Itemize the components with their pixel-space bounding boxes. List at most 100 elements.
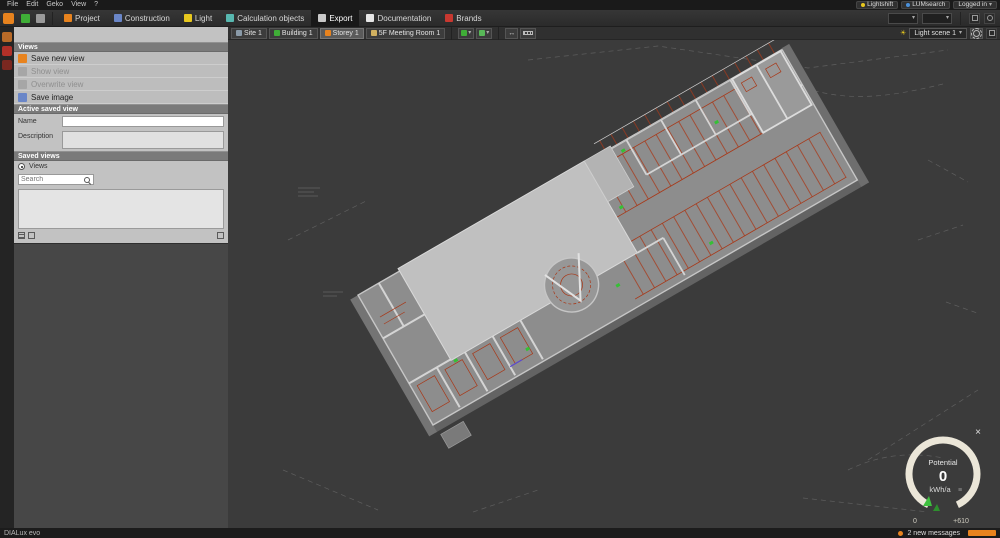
active-saved-view-header: Active saved view xyxy=(14,104,228,114)
breadcrumb-building-label: Building 1 xyxy=(281,29,313,37)
saved-views-list[interactable] xyxy=(18,189,224,229)
message-icon xyxy=(898,530,904,536)
close-icon[interactable]: × xyxy=(972,427,984,439)
view-mode-button[interactable]: ▾ xyxy=(458,27,475,39)
materials-icon[interactable] xyxy=(2,46,12,56)
tab-project-label: Project xyxy=(75,13,100,23)
light-tab-icon xyxy=(183,14,192,22)
breadcrumb-storey[interactable]: Storey 1 xyxy=(319,27,364,39)
save-new-view-button[interactable]: Save new view xyxy=(14,52,228,65)
layers-icon[interactable] xyxy=(2,60,12,70)
chevron-down-icon: ▾ xyxy=(468,30,472,36)
measure-button[interactable] xyxy=(520,27,537,39)
tool-icon xyxy=(986,15,993,21)
tab-project[interactable]: Project xyxy=(57,10,107,27)
gauge-scale-max: +610 xyxy=(953,518,969,525)
chevron-down-icon: ▾ xyxy=(945,15,949,21)
login-button[interactable]: Logged in ▾ xyxy=(953,1,997,9)
search-row xyxy=(14,172,228,187)
menu-geko[interactable]: Geko xyxy=(42,0,67,10)
breadcrumb-room-label: 5F Meeting Room 1 xyxy=(378,29,441,37)
search-input[interactable] xyxy=(21,176,83,183)
documentation-tab-icon xyxy=(366,14,375,22)
building-icon xyxy=(273,30,280,36)
app-menu-icon[interactable] xyxy=(3,12,14,24)
view-cube-icon xyxy=(461,30,468,36)
gauge-value: 0 xyxy=(939,468,947,485)
name-label: Name xyxy=(18,118,37,125)
save-new-view-label: Save new view xyxy=(31,53,85,63)
storey-icon xyxy=(324,30,331,36)
statusbar: DIALux evo 2 new messages xyxy=(0,528,1000,538)
chevron-down-icon: ▾ xyxy=(486,30,490,36)
tab-calculation-objects[interactable]: Calculation objects xyxy=(219,10,311,27)
toolbar-dropdown-2[interactable]: ▾ xyxy=(922,12,952,24)
view-name-input[interactable] xyxy=(62,116,224,127)
tab-documentation[interactable]: Documentation xyxy=(359,10,438,27)
name-field-row: Name xyxy=(14,114,228,129)
breadcrumb-building[interactable]: Building 1 xyxy=(268,27,318,39)
dialux-evo-window: File Edit Geko View ? Lightshift LUMsear… xyxy=(0,0,1000,538)
breadcrumb-site[interactable]: Site 1 xyxy=(231,27,267,39)
tab-brands[interactable]: Brands xyxy=(438,10,488,27)
panel-options-icon[interactable] xyxy=(217,232,224,239)
lumsearch-label: LUMsearch xyxy=(912,1,946,8)
tab-light-label: Light xyxy=(194,13,213,23)
sidebar: Views Save new view Show view Overwrite … xyxy=(14,27,228,528)
gauge-scale-min: 0 xyxy=(913,518,917,525)
breadcrumb-room[interactable]: 5F Meeting Room 1 xyxy=(365,27,446,39)
toolbar-divider xyxy=(960,11,961,25)
gauge-unit: kWh/a xyxy=(929,485,951,494)
light-scene-select[interactable]: Light scene 1 ▾ xyxy=(909,27,967,39)
menu-help[interactable]: ? xyxy=(90,0,102,10)
folder-view-toggle-icon[interactable] xyxy=(28,232,35,239)
menu-edit[interactable]: Edit xyxy=(22,0,42,10)
fit-view-button[interactable]: ↔ xyxy=(505,27,519,39)
viewport xyxy=(228,38,1000,528)
fit-view-icon: ↔ xyxy=(508,29,516,37)
login-label: Logged in xyxy=(958,1,987,8)
lumsearch-button[interactable]: LUMsearch xyxy=(901,1,951,9)
statusbar-app-label: DIALux evo xyxy=(4,529,41,537)
tab-brands-label: Brands xyxy=(456,13,482,23)
calculation-objects-tab-icon xyxy=(226,14,235,22)
toolbar-tool-button-2[interactable] xyxy=(984,12,995,24)
undo-icon[interactable] xyxy=(36,13,45,23)
menu-view[interactable]: View xyxy=(67,0,90,10)
overwrite-view-label: Overwrite view xyxy=(31,79,84,89)
overwrite-view-icon xyxy=(18,79,27,89)
tab-export-label: Export xyxy=(329,13,353,23)
notification-badge[interactable] xyxy=(968,530,996,536)
save-image-icon xyxy=(18,92,27,102)
save-image-button[interactable]: Save image xyxy=(14,91,228,104)
vtoolbar-divider xyxy=(498,26,500,40)
lightshift-button[interactable]: Lightshift xyxy=(856,1,899,9)
palette-icon[interactable] xyxy=(2,32,12,42)
panel-footer xyxy=(14,231,228,241)
new-messages-link[interactable]: 2 new messages xyxy=(907,530,960,537)
3d-viewport-canvas[interactable] xyxy=(228,38,1000,528)
view-description-input[interactable] xyxy=(62,131,224,149)
light-scene-settings-button[interactable] xyxy=(970,27,983,39)
tab-construction[interactable]: Construction xyxy=(107,10,177,27)
toolbar-dropdown-1[interactable]: ▾ xyxy=(888,12,918,24)
export-tab-icon xyxy=(318,14,327,22)
gauge-menu-icon[interactable]: ≡ xyxy=(958,487,962,494)
tab-light[interactable]: Light xyxy=(177,10,219,27)
search-icon xyxy=(83,176,91,184)
save-view-icon xyxy=(18,53,27,63)
collapse-panel-button[interactable] xyxy=(986,27,997,39)
viewport-toolbar-right: ☀ Light scene 1 ▾ xyxy=(900,27,997,39)
save-image-label: Save image xyxy=(31,92,74,102)
toolbar-tool-button-1[interactable] xyxy=(969,12,980,24)
tab-documentation-label: Documentation xyxy=(377,13,432,23)
list-view-toggle-icon[interactable] xyxy=(18,232,25,239)
display-mode-button[interactable]: ▾ xyxy=(476,27,493,39)
toolbar-right-controls: ▾ ▾ xyxy=(888,11,1000,25)
menu-file[interactable]: File xyxy=(3,0,22,10)
views-filter-radio-row: Views xyxy=(14,161,228,172)
room-icon xyxy=(370,30,377,36)
save-icon[interactable] xyxy=(21,13,30,23)
views-radio-button[interactable] xyxy=(18,163,25,170)
tab-export[interactable]: Export xyxy=(311,9,360,27)
